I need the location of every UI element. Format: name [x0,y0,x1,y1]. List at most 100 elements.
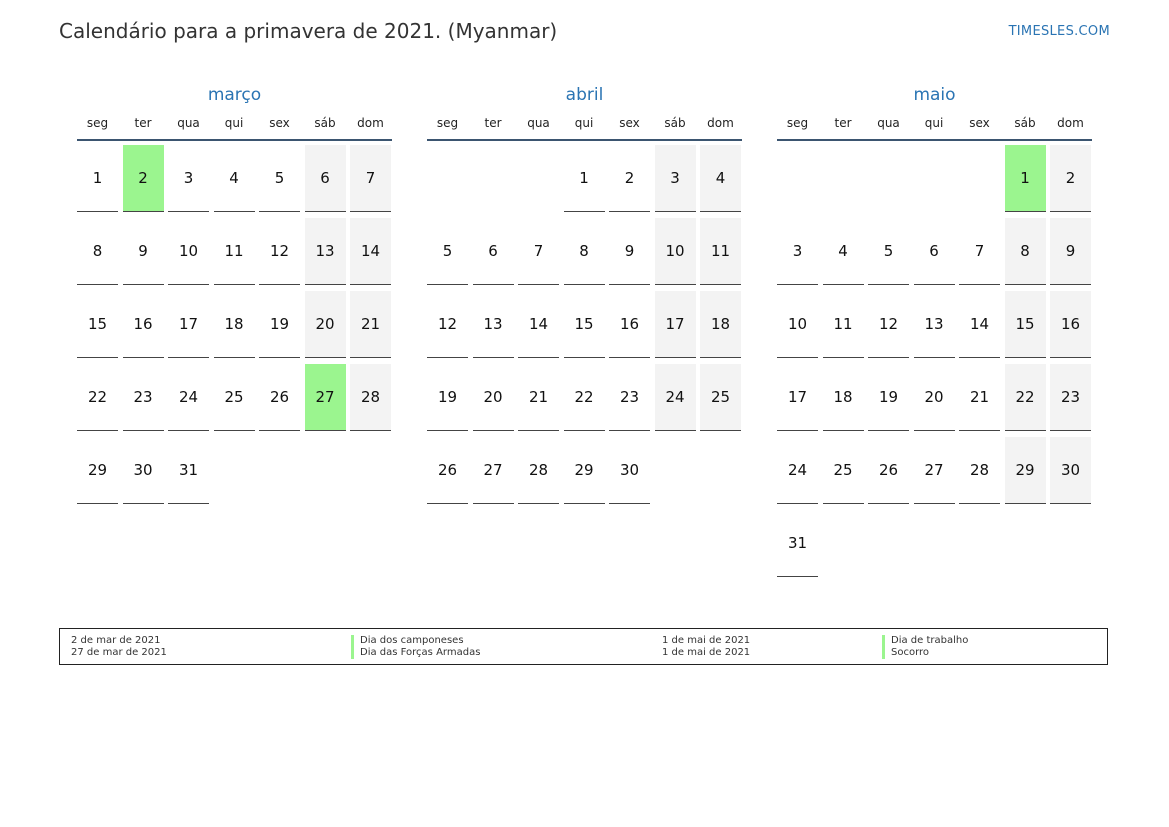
day-cell[interactable]: 11 [822,291,864,358]
day-cell[interactable]: 11 [213,218,255,285]
day-cell[interactable]: 3 [654,145,696,212]
day-cell[interactable]: 25 [822,437,864,504]
day-cell[interactable]: 7 [959,218,1000,285]
day-cell[interactable]: 3 [168,145,209,212]
day-cell[interactable]: 12 [868,291,909,358]
day-cell[interactable]: 31 [777,510,818,577]
day-cell[interactable]: 5 [868,218,909,285]
day-cell[interactable]: 19 [259,291,300,358]
day-cell[interactable]: 6 [913,218,955,285]
day-cell[interactable]: 14 [350,218,391,285]
day-cell[interactable]: 20 [913,364,955,431]
day-cell[interactable]: 30 [609,437,650,504]
day-cell[interactable]: 16 [122,291,164,358]
day-cell[interactable]: 4 [822,218,864,285]
legend-date: 27 de mar de 2021 [71,647,167,658]
day-cell[interactable]: 19 [427,364,468,431]
day-cell[interactable]: 17 [168,291,209,358]
day-cell-holiday[interactable]: 27 [304,364,346,431]
day-cell[interactable]: 29 [563,437,605,504]
day-cell[interactable]: 29 [77,437,118,504]
day-cell[interactable]: 16 [1050,291,1091,358]
day-cell[interactable]: 20 [472,364,514,431]
day-cell[interactable]: 27 [913,437,955,504]
day-cell[interactable]: 29 [1004,437,1046,504]
day-cell[interactable]: 6 [304,145,346,212]
day-cell[interactable]: 4 [700,145,741,212]
day-cell[interactable]: 16 [609,291,650,358]
day-cell[interactable]: 25 [700,364,741,431]
day-cell[interactable]: 5 [259,145,300,212]
day-cell[interactable]: 23 [609,364,650,431]
day-cell[interactable]: 18 [213,291,255,358]
day-cell[interactable]: 20 [304,291,346,358]
day-cell[interactable]: 15 [77,291,118,358]
day-cell[interactable]: 10 [654,218,696,285]
day-cell-holiday[interactable]: 2 [122,145,164,212]
weekday-label: ter [484,116,502,130]
day-cell[interactable]: 26 [868,437,909,504]
day-cell[interactable]: 9 [122,218,164,285]
day-cell[interactable]: 30 [122,437,164,504]
day-cell[interactable]: 7 [518,218,559,285]
day-cell[interactable]: 21 [518,364,559,431]
day-cell[interactable]: 13 [472,291,514,358]
day-cell[interactable]: 30 [1050,437,1091,504]
day-cell[interactable]: 15 [1004,291,1046,358]
day-cell[interactable]: 18 [700,291,741,358]
day-cell[interactable]: 10 [168,218,209,285]
day-cell[interactable]: 10 [777,291,818,358]
day-cell[interactable]: 11 [700,218,741,285]
day-cell[interactable]: 31 [168,437,209,504]
day-cell[interactable]: 2 [1050,145,1091,212]
day-cell[interactable]: 3 [777,218,818,285]
day-cell[interactable]: 6 [472,218,514,285]
day-cell[interactable]: 26 [427,437,468,504]
day-cell[interactable]: 25 [213,364,255,431]
day-cell[interactable]: 15 [563,291,605,358]
day-cell[interactable]: 22 [563,364,605,431]
day-cell[interactable]: 22 [77,364,118,431]
day-cell[interactable]: 24 [168,364,209,431]
day-cell-holiday[interactable]: 1 [1004,145,1046,212]
day-cell[interactable]: 24 [654,364,696,431]
day-cell[interactable]: 13 [913,291,955,358]
day-cell[interactable]: 7 [350,145,391,212]
page-title: Calendário para a primavera de 2021. (My… [59,19,558,43]
weekday-label: qua [527,116,550,130]
day-cell[interactable]: 14 [518,291,559,358]
day-cell[interactable]: 4 [213,145,255,212]
day-cell[interactable]: 22 [1004,364,1046,431]
day-cell[interactable]: 8 [1004,218,1046,285]
day-cell[interactable]: 9 [609,218,650,285]
month-name: maio [913,85,956,105]
day-cell[interactable]: 9 [1050,218,1091,285]
day-cell[interactable]: 27 [472,437,514,504]
day-cell[interactable]: 28 [518,437,559,504]
site-link[interactable]: TIMESLES.COM [1009,24,1110,39]
day-cell[interactable]: 28 [350,364,391,431]
day-cell[interactable]: 18 [822,364,864,431]
day-cell[interactable]: 12 [259,218,300,285]
day-cell[interactable]: 17 [654,291,696,358]
day-cell[interactable]: 24 [777,437,818,504]
day-cell[interactable]: 28 [959,437,1000,504]
day-cell[interactable]: 19 [868,364,909,431]
weekday-label: qua [877,116,900,130]
day-cell[interactable]: 14 [959,291,1000,358]
day-cell[interactable]: 21 [959,364,1000,431]
weekday-label: seg [786,116,809,130]
day-cell[interactable]: 8 [563,218,605,285]
day-cell[interactable]: 23 [122,364,164,431]
day-cell[interactable]: 13 [304,218,346,285]
day-cell[interactable]: 17 [777,364,818,431]
day-cell[interactable]: 21 [350,291,391,358]
day-cell[interactable]: 23 [1050,364,1091,431]
day-cell[interactable]: 1 [77,145,118,212]
day-cell[interactable]: 2 [609,145,650,212]
day-cell[interactable]: 1 [563,145,605,212]
day-cell[interactable]: 26 [259,364,300,431]
day-cell[interactable]: 5 [427,218,468,285]
day-cell[interactable]: 8 [77,218,118,285]
day-cell[interactable]: 12 [427,291,468,358]
